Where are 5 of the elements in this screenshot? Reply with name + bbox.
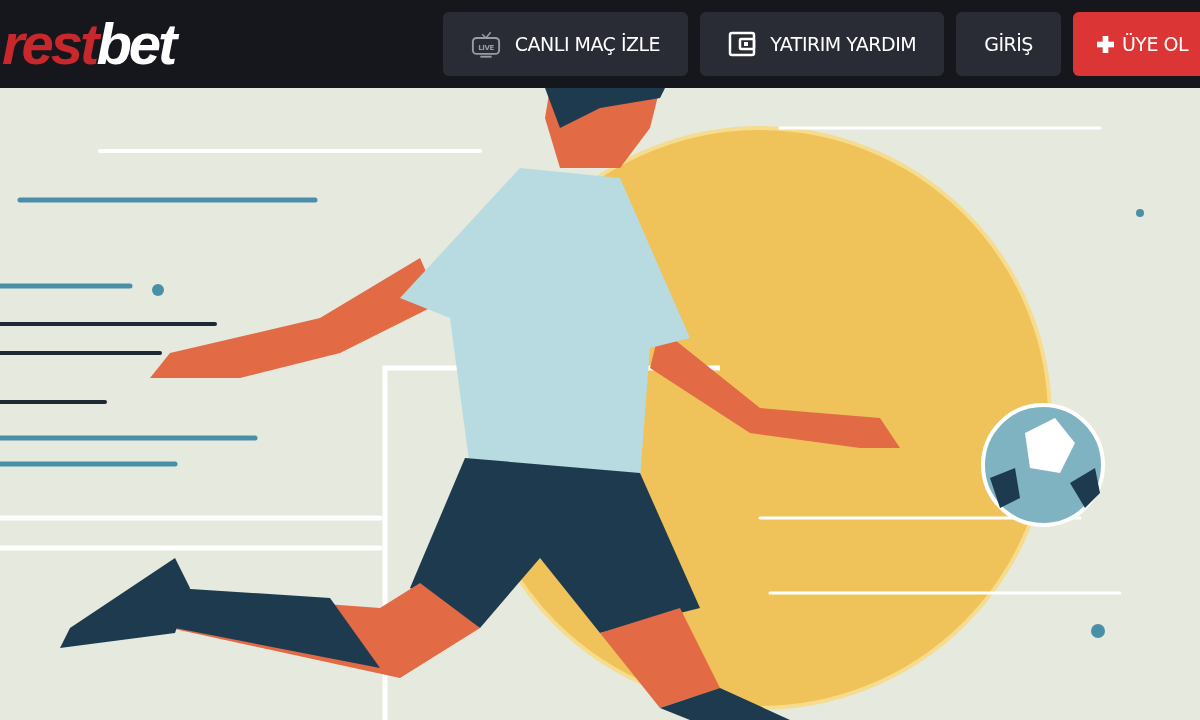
plus-icon — [1096, 35, 1114, 53]
login-button[interactable]: GİRİŞ — [956, 12, 1061, 76]
register-button[interactable]: ÜYE OL — [1072, 12, 1200, 76]
wallet-icon — [728, 31, 757, 57]
deposit-help-button[interactable]: YATIRIM YARDIM — [700, 12, 945, 76]
